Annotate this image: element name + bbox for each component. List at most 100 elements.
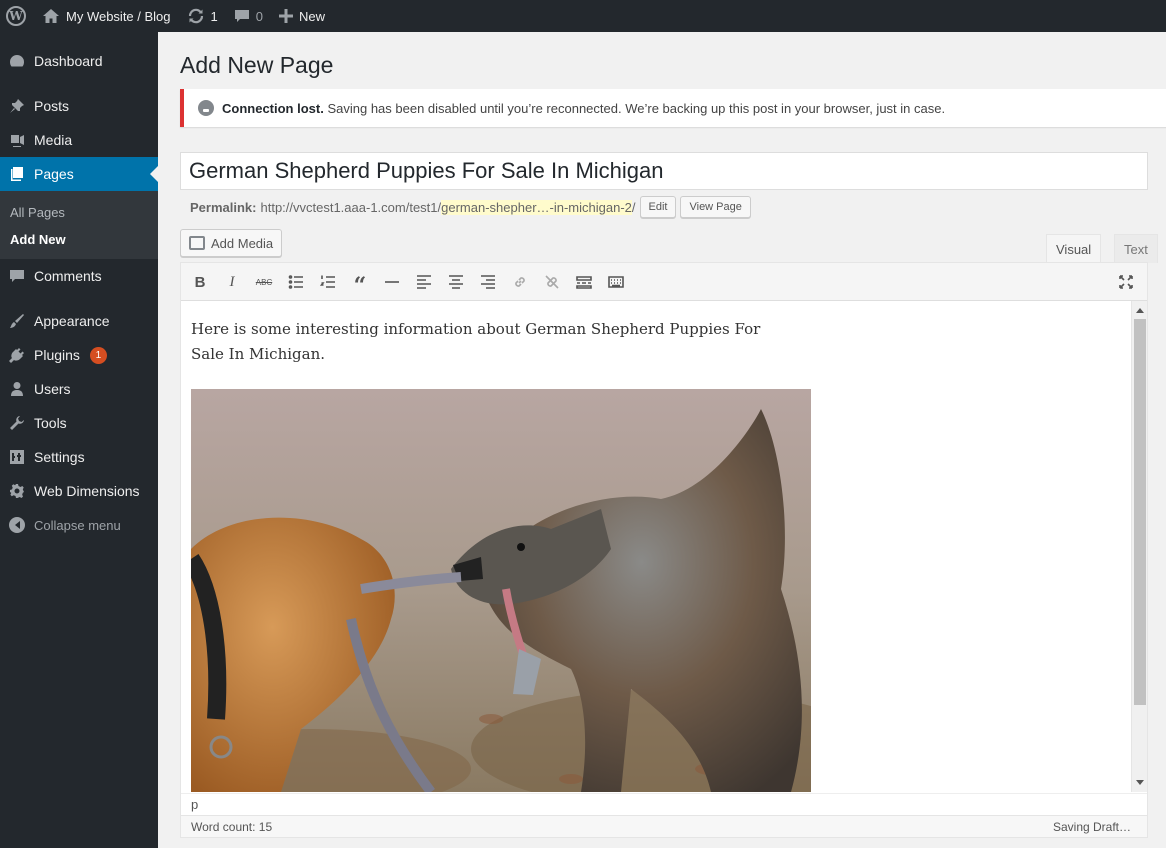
sidebar-item-label: Media bbox=[34, 132, 73, 148]
sidebar-item-tools[interactable]: Tools bbox=[0, 406, 158, 440]
plug-icon bbox=[8, 346, 26, 364]
bold-icon[interactable]: B bbox=[189, 272, 211, 292]
editor-toolbar: B I ABC “ bbox=[181, 263, 1147, 301]
page-title: Add New Page bbox=[180, 52, 334, 78]
wp-logo-button[interactable]: W bbox=[0, 0, 34, 32]
sidebar-item-label: Users bbox=[34, 381, 71, 397]
brush-icon bbox=[8, 312, 26, 330]
pin-icon bbox=[8, 97, 26, 115]
italic-icon[interactable]: I bbox=[221, 272, 243, 292]
plus-icon bbox=[279, 9, 293, 23]
main-content: Add New Page Connection lost. Saving has… bbox=[158, 32, 1166, 848]
new-content-link[interactable]: New bbox=[271, 0, 333, 32]
strikethrough-icon[interactable]: ABC bbox=[253, 272, 275, 292]
user-icon bbox=[8, 380, 26, 398]
submenu-add-new[interactable]: Add New bbox=[0, 226, 158, 253]
media-icon bbox=[8, 131, 26, 149]
save-status: Saving Draft… bbox=[1052, 819, 1131, 834]
settings-icon bbox=[8, 448, 26, 466]
blockquote-icon[interactable]: “ bbox=[349, 272, 371, 299]
gear-icon bbox=[8, 482, 26, 500]
connection-lost-notice: Connection lost. Saving has been disable… bbox=[180, 89, 1166, 127]
admin-bar: W My Website / Blog 1 0 New bbox=[0, 0, 1166, 32]
notice-message: Saving has been disabled until you’re re… bbox=[323, 100, 946, 116]
refresh-icon bbox=[188, 8, 203, 24]
add-media-button[interactable]: Add Media bbox=[180, 229, 283, 257]
wrench-icon bbox=[8, 414, 26, 432]
updates-link[interactable]: 1 bbox=[179, 0, 226, 32]
collapse-menu-button[interactable]: Collapse menu bbox=[0, 508, 158, 542]
sidebar-item-label: Posts bbox=[34, 98, 70, 114]
sidebar-item-label: Plugins bbox=[34, 347, 80, 363]
horizontal-line-icon[interactable] bbox=[381, 272, 403, 292]
post-title-input[interactable]: German Shepherd Puppies For Sale In Mich… bbox=[180, 152, 1148, 190]
submenu-all-pages[interactable]: All Pages bbox=[0, 199, 158, 226]
sidebar-item-users[interactable]: Users bbox=[0, 372, 158, 406]
editor-scrollbar[interactable] bbox=[1131, 301, 1147, 792]
sidebar-item-dashboard[interactable]: Dashboard bbox=[0, 44, 158, 78]
site-name: My Website / Blog bbox=[66, 8, 171, 24]
editor-paragraph[interactable]: Here is some interesting information abo… bbox=[191, 317, 781, 367]
numbered-list-icon[interactable] bbox=[317, 272, 339, 292]
content-editor: B I ABC “ Here is some interesting infor… bbox=[180, 262, 1148, 838]
scrollbar-thumb[interactable] bbox=[1134, 319, 1146, 705]
pages-icon bbox=[8, 165, 26, 183]
sidebar-item-pages[interactable]: Pages bbox=[0, 157, 158, 191]
element-path[interactable]: p bbox=[181, 793, 1147, 815]
bullet-list-icon[interactable] bbox=[285, 272, 307, 292]
notice-text: Connection lost. Saving has been disable… bbox=[222, 101, 945, 116]
sidebar-item-media[interactable]: Media bbox=[0, 123, 158, 157]
media-icon bbox=[189, 236, 205, 250]
permalink-url[interactable]: http://vvctest1.aaa-1.com/test1/german-s… bbox=[260, 199, 636, 215]
link-icon[interactable] bbox=[509, 272, 531, 292]
view-page-button[interactable]: View Page bbox=[680, 196, 751, 218]
permalink-row: Permalink: http://vvctest1.aaa-1.com/tes… bbox=[190, 195, 751, 219]
sidebar-item-plugins[interactable]: Plugins 1 bbox=[0, 338, 158, 372]
unlink-icon[interactable] bbox=[541, 272, 563, 292]
toolbar-toggle-icon[interactable] bbox=[605, 272, 627, 292]
add-media-label: Add Media bbox=[211, 235, 274, 251]
scroll-down-icon[interactable] bbox=[1136, 780, 1144, 789]
word-count: Word count: 15 bbox=[191, 819, 273, 834]
home-icon bbox=[43, 9, 59, 23]
editor-content-area[interactable]: Here is some interesting information abo… bbox=[181, 301, 1147, 792]
edit-permalink-button[interactable]: Edit bbox=[639, 196, 677, 218]
permalink-label: Permalink: bbox=[190, 199, 257, 215]
wordpress-logo-icon: W bbox=[6, 6, 26, 26]
disconnected-icon bbox=[198, 100, 214, 116]
scroll-up-icon[interactable] bbox=[1136, 304, 1144, 313]
permalink-end: / bbox=[631, 199, 636, 215]
sidebar-item-label: Pages bbox=[34, 166, 74, 182]
permalink-base: http://vvctest1.aaa-1.com/test1/ bbox=[260, 199, 442, 215]
comment-icon bbox=[8, 267, 26, 285]
site-name-link[interactable]: My Website / Blog bbox=[34, 0, 179, 32]
comments-count: 0 bbox=[255, 8, 263, 24]
permalink-slug: german-shepher…-in-michigan-2 bbox=[441, 199, 632, 215]
sidebar-item-web-dimensions[interactable]: Web Dimensions bbox=[0, 474, 158, 508]
collapse-arrow-icon bbox=[8, 516, 26, 534]
sidebar-item-posts[interactable]: Posts bbox=[0, 89, 158, 123]
sidebar-item-appearance[interactable]: Appearance bbox=[0, 304, 158, 338]
sidebar-item-comments[interactable]: Comments bbox=[0, 259, 158, 293]
sidebar-item-label: Tools bbox=[34, 415, 67, 431]
sidebar-item-label: Settings bbox=[34, 449, 85, 465]
dogs-tug-of-war-photo[interactable] bbox=[191, 389, 811, 792]
updates-count: 1 bbox=[210, 8, 218, 24]
sidebar-item-label: Web Dimensions bbox=[34, 483, 140, 499]
fullscreen-icon[interactable] bbox=[1115, 272, 1137, 292]
comment-icon bbox=[234, 10, 249, 22]
dashboard-icon bbox=[8, 52, 26, 70]
tab-visual[interactable]: Visual bbox=[1046, 234, 1102, 263]
sidebar-item-settings[interactable]: Settings bbox=[0, 440, 158, 474]
pages-submenu: All Pages Add New bbox=[0, 191, 158, 259]
sidebar-item-label: Appearance bbox=[34, 313, 110, 329]
new-label: New bbox=[299, 8, 326, 24]
align-center-icon[interactable] bbox=[445, 272, 467, 292]
align-left-icon[interactable] bbox=[413, 272, 435, 292]
comments-link[interactable]: 0 bbox=[226, 0, 271, 32]
sidebar-item-label: Dashboard bbox=[34, 53, 103, 69]
admin-sidebar: Dashboard Posts Media Pages All Pages Ad… bbox=[0, 32, 158, 848]
tab-text[interactable]: Text bbox=[1114, 234, 1158, 263]
align-right-icon[interactable] bbox=[477, 272, 499, 292]
insert-more-icon[interactable] bbox=[573, 272, 595, 292]
